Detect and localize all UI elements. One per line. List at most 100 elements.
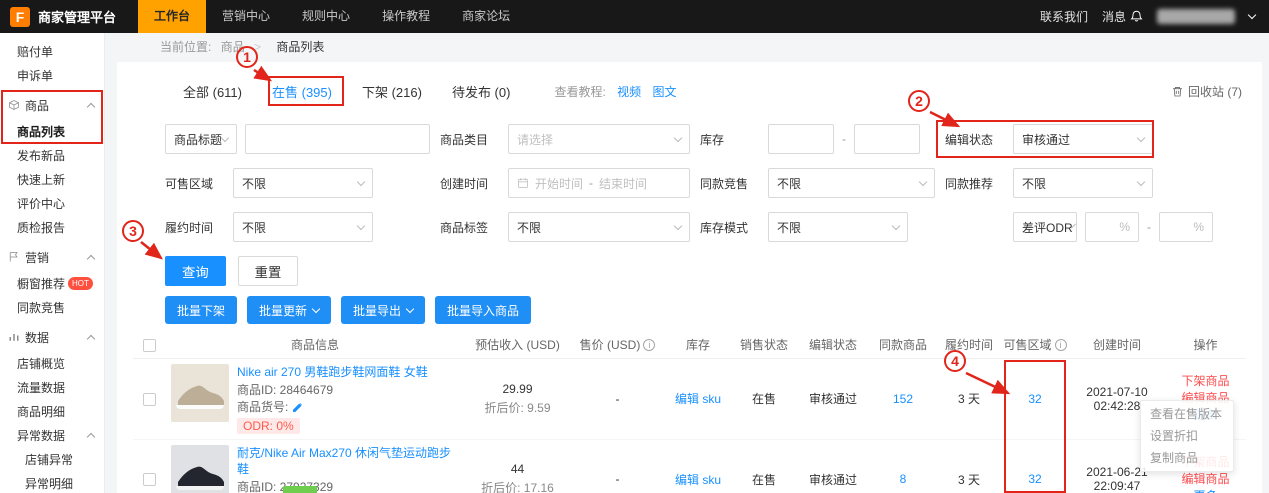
nav-workbench[interactable]: 工作台: [138, 0, 206, 33]
nav-rules-center[interactable]: 规则中心: [286, 0, 366, 33]
create-time-range-picker[interactable]: 开始时间 - 结束时间: [508, 168, 690, 198]
table-row: Nike air 270 男鞋跑步鞋网面鞋 女鞋 商品ID: 28464679 …: [133, 358, 1246, 439]
info-icon[interactable]: [643, 339, 655, 351]
fulfill-time-select[interactable]: 不限: [233, 212, 373, 242]
category-select[interactable]: 请选择: [508, 124, 690, 154]
title-field-select[interactable]: 商品标题: [165, 124, 237, 154]
sidebar-item-abnormal-detail[interactable]: 异常明细: [0, 471, 104, 493]
batch-export-button[interactable]: 批量导出: [341, 296, 425, 324]
same-product-count-link[interactable]: 8: [900, 472, 907, 486]
messages-link[interactable]: 消息: [1102, 8, 1143, 25]
product-title-link[interactable]: 耐克/Nike Air Max270 休闲气垫运动跑步鞋: [237, 445, 463, 477]
sale-region-count-link[interactable]: 32: [1028, 472, 1041, 486]
sidebar-item-quick-new[interactable]: 快速上新: [0, 167, 104, 191]
nav-tutorials[interactable]: 操作教程: [366, 0, 446, 33]
col-edit-status: 编辑状态: [797, 332, 869, 358]
menu-set-discount[interactable]: 设置折扣: [1141, 425, 1233, 447]
tab-on-sale[interactable]: 在售 (395): [272, 82, 332, 101]
batch-import-button[interactable]: 批量导入商品: [435, 296, 531, 324]
sale-region-count-link[interactable]: 32: [1028, 392, 1041, 406]
user-account-blurred[interactable]: [1157, 9, 1235, 24]
sidebar-item-review-center[interactable]: 评价中心: [0, 191, 104, 215]
sale-region-select[interactable]: 不限: [233, 168, 373, 198]
filter-odr: 差评ODR % - %: [945, 212, 1195, 242]
more-link[interactable]: 更多: [1167, 488, 1244, 493]
sidebar-item-window-recommend[interactable]: 橱窗推荐 HOT: [0, 271, 104, 295]
product-tag-select[interactable]: 不限: [508, 212, 690, 242]
breadcrumb-goods[interactable]: 商品: [221, 40, 245, 54]
tab-off-shelf[interactable]: 下架 (216): [362, 82, 422, 101]
tutorial-video-link[interactable]: 视频: [617, 85, 641, 99]
title-search-input[interactable]: [245, 124, 430, 154]
info-icon[interactable]: [1055, 339, 1067, 351]
same-product-count-link[interactable]: 152: [893, 392, 913, 406]
sidebar-item-compensation[interactable]: 赔付单: [0, 39, 104, 63]
edit-sku-link[interactable]: 编辑 sku: [675, 473, 721, 487]
query-button[interactable]: 查询: [165, 256, 226, 286]
odr-type-select[interactable]: 差评ODR: [1013, 212, 1077, 242]
menu-view-on-sale-version[interactable]: 查看在售版本: [1141, 403, 1233, 425]
sidebar-item-appeal[interactable]: 申诉单: [0, 63, 104, 87]
filter-label: 库存: [700, 131, 760, 148]
brand-title: 商家管理平台: [38, 7, 116, 26]
offline-product-link[interactable]: 下架商品: [1167, 373, 1244, 390]
same-compete-select[interactable]: 不限: [768, 168, 935, 198]
hot-badge: HOT: [68, 277, 93, 290]
sidebar-item-shop-abnormal[interactable]: 店铺异常: [0, 447, 104, 471]
same-recommend-select[interactable]: 不限: [1013, 168, 1153, 198]
price-cell: -: [570, 358, 665, 439]
user-menu-chevron-icon[interactable]: [1248, 11, 1256, 19]
odr-min-input[interactable]: %: [1085, 212, 1139, 242]
tab-all[interactable]: 全部 (611): [183, 82, 242, 101]
col-stock: 库存: [665, 332, 731, 358]
product-image[interactable]: [171, 445, 229, 493]
product-image[interactable]: [171, 364, 229, 422]
trash-icon: [1171, 85, 1184, 98]
odr-max-input[interactable]: %: [1159, 212, 1213, 242]
nav-marketing-center[interactable]: 营销中心: [206, 0, 286, 33]
tab-pending[interactable]: 待发布 (0): [452, 82, 511, 101]
nav-forum[interactable]: 商家论坛: [446, 0, 526, 33]
col-fulfill-time: 履约时间: [937, 332, 1001, 358]
sidebar-group-goods[interactable]: 商品: [0, 91, 104, 119]
product-title-link[interactable]: Nike air 270 男鞋跑步鞋网面鞋 女鞋: [237, 364, 463, 380]
stock-min-input[interactable]: [768, 124, 834, 154]
sidebar-group-data[interactable]: 数据: [0, 323, 104, 351]
sidebar-item-shop-overview[interactable]: 店铺概览: [0, 351, 104, 375]
recycle-bin-link[interactable]: 回收站 (7): [1171, 83, 1242, 100]
filter-category: 商品类目 请选择: [440, 124, 690, 154]
tutorial-image-link[interactable]: 图文: [653, 85, 677, 99]
edit-status-select[interactable]: 审核通过: [1013, 124, 1153, 154]
col-same-product: 同款商品: [869, 332, 937, 358]
app-logo[interactable]: F: [10, 7, 30, 27]
batch-update-button[interactable]: 批量更新: [247, 296, 331, 324]
status-tabs: 全部 (611) 在售 (395) 下架 (216) 待发布 (0) 查看教程:…: [183, 76, 1246, 106]
sidebar-item-same-compete[interactable]: 同款竞售: [0, 295, 104, 319]
topbar-right: 联系我们 消息: [1040, 8, 1255, 25]
batch-offline-button[interactable]: 批量下架: [165, 296, 237, 324]
sidebar-item-traffic-data[interactable]: 流量数据: [0, 375, 104, 399]
created-time: 22:09:47: [1071, 479, 1163, 493]
tutorial-links: 查看教程: 视频 图文: [554, 83, 676, 100]
row-checkbox[interactable]: [143, 473, 156, 486]
chevron-down-icon: [406, 304, 414, 312]
menu-copy-product[interactable]: 复制商品: [1141, 447, 1233, 469]
select-all-checkbox[interactable]: [143, 339, 156, 352]
stock-mode-select[interactable]: 不限: [768, 212, 908, 242]
stock-max-input[interactable]: [854, 124, 920, 154]
marketing-icon: [8, 251, 20, 263]
sidebar-item-product-detail[interactable]: 商品明细: [0, 399, 104, 423]
sidebar-group-marketing[interactable]: 营销: [0, 243, 104, 271]
edit-sku-link[interactable]: 编辑 sku: [675, 392, 721, 406]
contact-us-link[interactable]: 联系我们: [1040, 8, 1088, 25]
row-checkbox[interactable]: [143, 393, 156, 406]
product-id: 商品ID: 27927329: [237, 479, 463, 493]
edit-product-link[interactable]: 编辑商品: [1167, 471, 1244, 488]
sidebar-item-publish-new[interactable]: 发布新品: [0, 143, 104, 167]
edit-pencil-icon[interactable]: [292, 402, 303, 413]
sidebar-item-product-list[interactable]: 商品列表: [0, 119, 104, 143]
sidebar-subgroup-abnormal-data[interactable]: 异常数据: [0, 423, 104, 447]
reset-button[interactable]: 重置: [238, 256, 299, 286]
sidebar-item-quality-report[interactable]: 质检报告: [0, 215, 104, 239]
messages-label: 消息: [1102, 8, 1126, 25]
